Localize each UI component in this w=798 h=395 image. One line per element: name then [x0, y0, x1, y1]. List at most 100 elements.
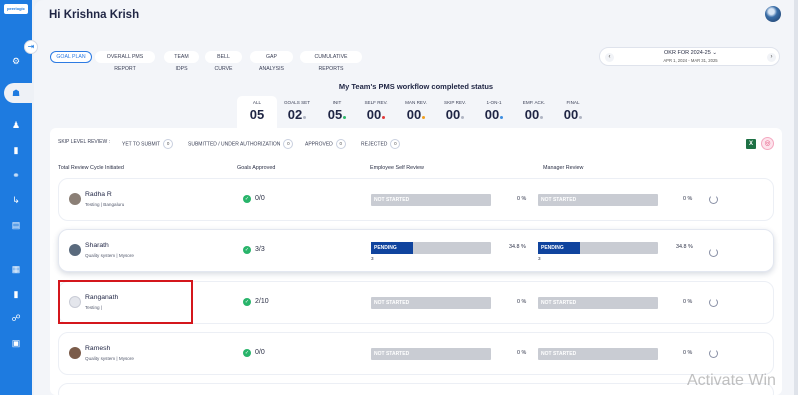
group-icon[interactable]: ☍	[11, 313, 21, 323]
manager-review-bar: NOT STARTED	[538, 297, 658, 309]
document-icon[interactable]: ▤	[11, 220, 21, 230]
avatar	[69, 347, 81, 359]
column-header-name: Total Review Cycle Initiated	[58, 165, 124, 171]
status-dot	[461, 116, 465, 119]
report-icon[interactable]: ▣	[11, 338, 21, 348]
self-review-count: 3	[371, 256, 374, 261]
self-review-bar: PENDING	[371, 242, 491, 254]
stat-self-rev[interactable]: SELF REV. 00	[356, 96, 396, 128]
activation-watermark: Activate Win	[687, 372, 776, 389]
table-row[interactable]: Radha R Testing | Bangaluru ✓ 0/0 NOT ST…	[58, 178, 774, 221]
refresh-icon[interactable]	[709, 248, 718, 257]
user-avatar[interactable]	[765, 6, 781, 22]
goals-approved: 0/0	[255, 349, 265, 356]
okr-period-selector[interactable]: ‹ OKR FOR 2024-25 ⌄ APR 1, 2024 - MAR 31…	[599, 47, 780, 66]
manager-review-percent: 0 %	[683, 350, 693, 356]
self-review-percent: 0 %	[517, 350, 527, 356]
check-icon: ✓	[243, 298, 251, 306]
goals-approved: 2/10	[255, 298, 269, 305]
flow-icon[interactable]: ↳	[11, 195, 21, 205]
chevron-down-icon: ⌄	[712, 50, 717, 56]
employee-name: Sharath	[85, 242, 109, 249]
self-review-bar: NOT STARTED	[371, 194, 491, 206]
column-header-manager-review: Manager Review	[543, 165, 584, 171]
table-row[interactable]: Sharath Quality system | Mysore ✓ 3/3 PE…	[58, 229, 774, 272]
book-icon[interactable]: ▮	[11, 145, 21, 155]
status-dot	[382, 116, 386, 119]
status-dot	[579, 116, 583, 119]
check-icon: ✓	[243, 349, 251, 357]
table-row[interactable]	[58, 383, 774, 395]
column-header-self-review: Employee Self Review	[370, 165, 424, 171]
stat-goals-set[interactable]: GOALS SET 02	[277, 96, 317, 128]
status-dot	[343, 116, 347, 119]
refresh-icon[interactable]	[709, 195, 718, 204]
person-icon[interactable]: ♟	[11, 120, 21, 130]
employee-meta: Quality system | Mysore	[85, 356, 134, 361]
employee-name: Ramesh	[85, 345, 111, 352]
stat-man-rev[interactable]: MAN REV. 00	[396, 96, 436, 128]
stat-all[interactable]: ALL 05	[237, 96, 277, 128]
stat-final[interactable]: FINAL 00	[553, 96, 593, 128]
employee-meta: Testing | Bangaluru	[85, 202, 125, 207]
tab-goal-plan[interactable]: GOAL PLAN	[50, 51, 92, 63]
excel-export-icon[interactable]: X	[746, 139, 756, 149]
handshake-icon[interactable]: ⚭	[11, 170, 21, 180]
manager-review-percent: 34.8 %	[676, 244, 693, 250]
self-review-percent: 0 %	[517, 196, 527, 202]
stat-emp-ack[interactable]: EMP. ACK. 00	[514, 96, 554, 128]
check-icon: ✓	[243, 195, 251, 203]
manager-review-bar: PENDING	[538, 242, 658, 254]
chart-icon[interactable]: ▦	[11, 264, 21, 274]
stat-one-on-one[interactable]: 1-ON-1 00	[474, 96, 514, 128]
tab-cumulative-reports[interactable]: CUMULATIVE REPORTS	[300, 51, 362, 72]
avatar	[69, 193, 81, 205]
okr-title: OKR FOR 2024-25 ⌄	[664, 50, 717, 56]
employee-name: Radha R	[85, 191, 112, 198]
self-review-bar: NOT STARTED	[371, 297, 491, 309]
tab-overall-pms-report[interactable]: OVERALL PMS REPORT	[95, 51, 155, 72]
manager-review-percent: 0 %	[683, 196, 693, 202]
goals-approved: 3/3	[255, 246, 265, 253]
employee-meta: Quality system | Mysore	[85, 253, 134, 258]
self-review-bar: NOT STARTED	[371, 348, 491, 360]
info-icon[interactable]: ▮	[11, 289, 21, 299]
status-dot	[500, 116, 504, 119]
filter-yet-to-submit[interactable]: YET TO SUBMIT 0	[122, 139, 174, 149]
self-review-percent: 34.8 %	[509, 244, 526, 250]
gear-icon[interactable]: ⚙	[11, 56, 21, 66]
skip-level-label: SKIP LEVEL REVIEW :	[58, 139, 110, 145]
page-greeting: Hi Krishna Krish	[49, 9, 140, 21]
chevron-right-icon[interactable]: ›	[767, 53, 776, 62]
manager-review-bar: NOT STARTED	[538, 194, 658, 206]
manager-review-count: 3	[538, 256, 541, 261]
manager-review-percent: 0 %	[683, 299, 693, 305]
tab-team-idps[interactable]: TEAM IDPS	[164, 51, 199, 72]
table-row[interactable]: Ramesh Quality system | Mysore ✓ 0/0 NOT…	[58, 332, 774, 375]
status-dot	[303, 116, 307, 119]
status-dot	[540, 116, 544, 119]
scrollbar[interactable]	[794, 0, 798, 395]
filter-submitted[interactable]: SUBMITTED / UNDER AUTHORIZATION 0	[188, 139, 294, 149]
collapse-sidebar-button[interactable]: ⇥	[24, 40, 38, 54]
manager-review-bar: NOT STARTED	[538, 348, 658, 360]
filter-approved[interactable]: APPROVED 0	[305, 139, 346, 149]
stat-skip-rev[interactable]: SKIP REV. 00	[435, 96, 475, 128]
sidebar: peerlogic ⚙ ☗ ♟ ▮ ⚭ ↳ ▤ ▦ ▮ ☍ ▣	[0, 0, 32, 395]
tab-gap-analysis[interactable]: GAP ANALYSIS	[250, 51, 293, 72]
status-dot	[422, 116, 426, 119]
avatar	[69, 244, 81, 256]
status-title: My Team's PMS workflow completed status	[338, 82, 494, 91]
target-icon[interactable]: ◎	[761, 137, 774, 150]
app-logo: peerlogic	[4, 4, 28, 14]
stat-init[interactable]: INIT 05	[317, 96, 357, 128]
refresh-icon[interactable]	[709, 349, 718, 358]
goals-approved: 0/0	[255, 195, 265, 202]
refresh-icon[interactable]	[709, 298, 718, 307]
check-icon: ✓	[243, 246, 251, 254]
okr-date-range: APR 1, 2024 - MAR 31, 2025	[663, 58, 718, 63]
tab-bell-curve[interactable]: BELL CURVE	[205, 51, 242, 72]
self-review-percent: 0 %	[517, 299, 527, 305]
selection-highlight	[58, 280, 193, 324]
filter-rejected[interactable]: REJECTED 0	[361, 139, 401, 149]
